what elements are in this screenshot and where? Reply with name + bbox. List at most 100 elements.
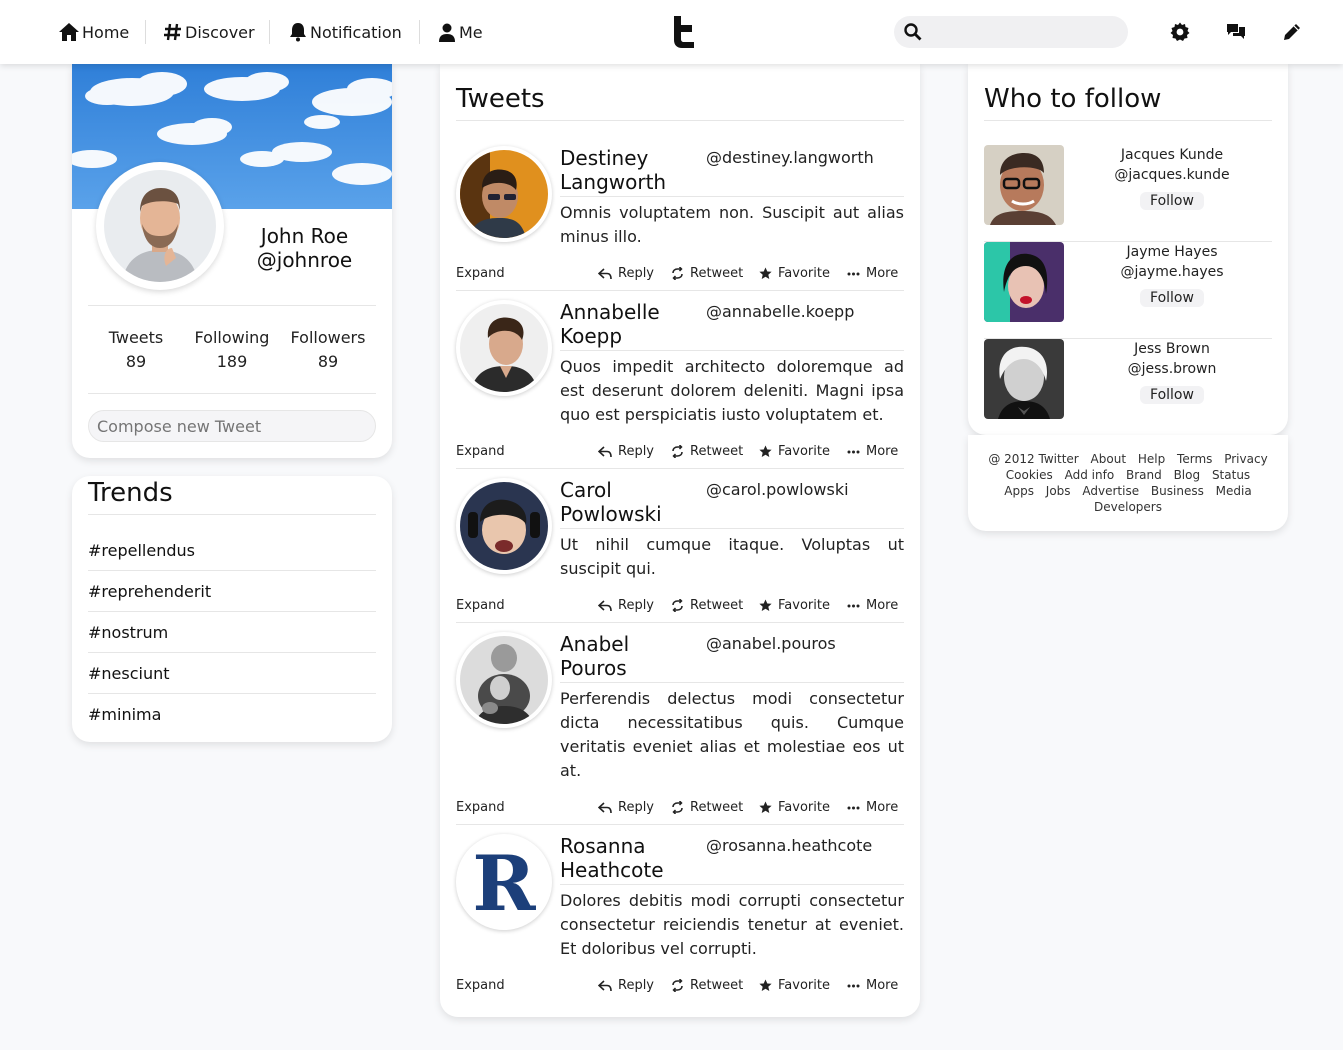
tweet-avatar[interactable] [456,478,552,574]
reply-button[interactable]: Reply [598,978,654,993]
trend-item[interactable]: #repellendus [88,530,376,571]
chat-bubbles-icon[interactable] [1226,22,1246,42]
footer-link-cookies[interactable]: Cookies [1006,468,1053,482]
tweet-body: Quos impedit architecto doloremque ad es… [560,350,904,427]
more-button[interactable]: More [847,598,898,613]
suggestion-name[interactable]: Jayme Hayes [1076,242,1268,262]
tweet-body: Perferendis delectus modi consectetur di… [560,682,904,783]
suggestion-info: Jacques Kunde @jacques.kunde Follow [1076,145,1268,211]
footer-link-terms[interactable]: Terms [1177,452,1212,466]
tweet-author-name[interactable]: Rosanna Heathcote [560,834,700,882]
footer-link-advertise[interactable]: Advertise [1082,484,1139,498]
retweet-button[interactable]: Retweet [671,598,743,613]
trend-item[interactable]: #reprehenderit [88,571,376,612]
expand-link[interactable]: Expand [456,800,505,815]
suggestion-name[interactable]: Jacques Kunde [1076,145,1268,165]
footer-link-media[interactable]: Media [1216,484,1252,498]
suggestion-avatar[interactable] [984,242,1064,322]
retweet-button[interactable]: Retweet [671,266,743,281]
stat-tweets[interactable]: Tweets 89 [88,326,184,374]
footer-link-business[interactable]: Business [1151,484,1204,498]
twitter-t-logo-icon[interactable] [670,14,700,50]
nav-divider [269,20,270,44]
footer-link-about[interactable]: About [1091,452,1126,466]
favorite-button[interactable]: Favorite [759,598,830,613]
footer-link-add-info[interactable]: Add info [1065,468,1115,482]
nav-home[interactable]: Home [58,19,129,45]
footer-link-blog[interactable]: Blog [1174,468,1201,482]
pencil-icon[interactable] [1282,22,1302,42]
tweet-author-handle[interactable]: @rosanna.heathcote [706,836,872,855]
favorite-button[interactable]: Favorite [759,444,830,459]
follow-button[interactable]: Follow [1140,386,1204,404]
tweet-avatar[interactable]: R [456,834,552,930]
stat-followers[interactable]: Followers 89 [280,326,376,374]
favorite-button[interactable]: Favorite [759,800,830,815]
stat-following[interactable]: Following 189 [184,326,280,374]
suggestion-name[interactable]: Jess Brown [1076,339,1268,359]
follow-button[interactable]: Follow [1140,289,1204,307]
trend-item[interactable]: #nostrum [88,612,376,653]
expand-link[interactable]: Expand [456,266,505,281]
favorite-button[interactable]: Favorite [759,978,830,993]
suggestion-avatar[interactable] [984,339,1064,419]
tweet-avatar[interactable] [456,300,552,396]
retweet-icon [672,599,683,612]
nav-discover[interactable]: Discover [163,19,255,45]
more-button[interactable]: More [847,266,898,281]
tweet-avatar[interactable] [456,632,552,728]
tweet-author-handle[interactable]: @anabel.pouros [706,634,836,653]
tweet-author-name[interactable]: Destiney Langworth [560,146,700,194]
tweet-author-handle[interactable]: @destiney.langworth [706,148,874,167]
reply-button[interactable]: Reply [598,444,654,459]
footer-link-apps[interactable]: Apps [1004,484,1034,498]
suggestion-handle[interactable]: @jess.brown [1076,359,1268,379]
retweet-button[interactable]: Retweet [671,444,743,459]
nav-me[interactable]: Me [437,19,483,45]
gear-icon[interactable] [1170,22,1190,42]
suggestion-handle[interactable]: @jacques.kunde [1076,165,1268,185]
reply-button[interactable]: Reply [598,800,654,815]
footer-link-developers[interactable]: Developers [1094,500,1162,514]
retweet-icon [672,979,683,992]
footer-link-help[interactable]: Help [1138,452,1165,466]
footer-link-privacy[interactable]: Privacy [1224,452,1267,466]
more-button[interactable]: More [847,800,898,815]
profile-handle[interactable]: @johnroe [232,248,377,272]
star-icon [759,445,772,457]
suggestion-avatar[interactable] [984,145,1064,225]
footer-card: @ 2012 Twitter About Help Terms Privacy … [968,435,1288,531]
retweet-icon [672,445,683,458]
trend-item[interactable]: #nesciunt [88,653,376,694]
footer-link-status[interactable]: Status [1212,468,1250,482]
search-input[interactable] [930,24,1120,40]
follow-button[interactable]: Follow [1140,192,1204,210]
reply-button[interactable]: Reply [598,598,654,613]
tweet-avatar[interactable] [456,146,552,242]
reply-button[interactable]: Reply [598,266,654,281]
tweet-author-name[interactable]: Carol Powlowski [560,478,700,526]
tweet-author-name[interactable]: Anabel Pouros [560,632,700,680]
tweet-author-name[interactable]: Annabelle Koepp [560,300,700,348]
nav-notification[interactable]: Notification [288,19,402,45]
search-box[interactable] [894,16,1128,48]
expand-link[interactable]: Expand [456,598,505,613]
expand-link[interactable]: Expand [456,444,505,459]
tweet-author-handle[interactable]: @carol.powlowski [706,480,849,499]
retweet-label: Retweet [690,598,744,613]
expand-link[interactable]: Expand [456,978,505,993]
more-button[interactable]: More [847,978,898,993]
favorite-button[interactable]: Favorite [759,266,830,281]
footer-link-jobs[interactable]: Jobs [1046,484,1071,498]
retweet-button[interactable]: Retweet [671,978,743,993]
retweet-button[interactable]: Retweet [671,800,743,815]
suggestion-handle[interactable]: @jayme.hayes [1076,262,1268,282]
compose-tweet-input[interactable] [88,410,376,442]
trend-item[interactable]: #minima [88,694,376,735]
footer-link-brand[interactable]: Brand [1126,468,1162,482]
suggestion-info: Jess Brown @jess.brown Follow [1076,339,1268,405]
tweet-author-handle[interactable]: @annabelle.koepp [706,302,854,321]
hashtag-icon [164,23,181,41]
profile-avatar[interactable] [96,162,224,290]
more-button[interactable]: More [847,444,898,459]
